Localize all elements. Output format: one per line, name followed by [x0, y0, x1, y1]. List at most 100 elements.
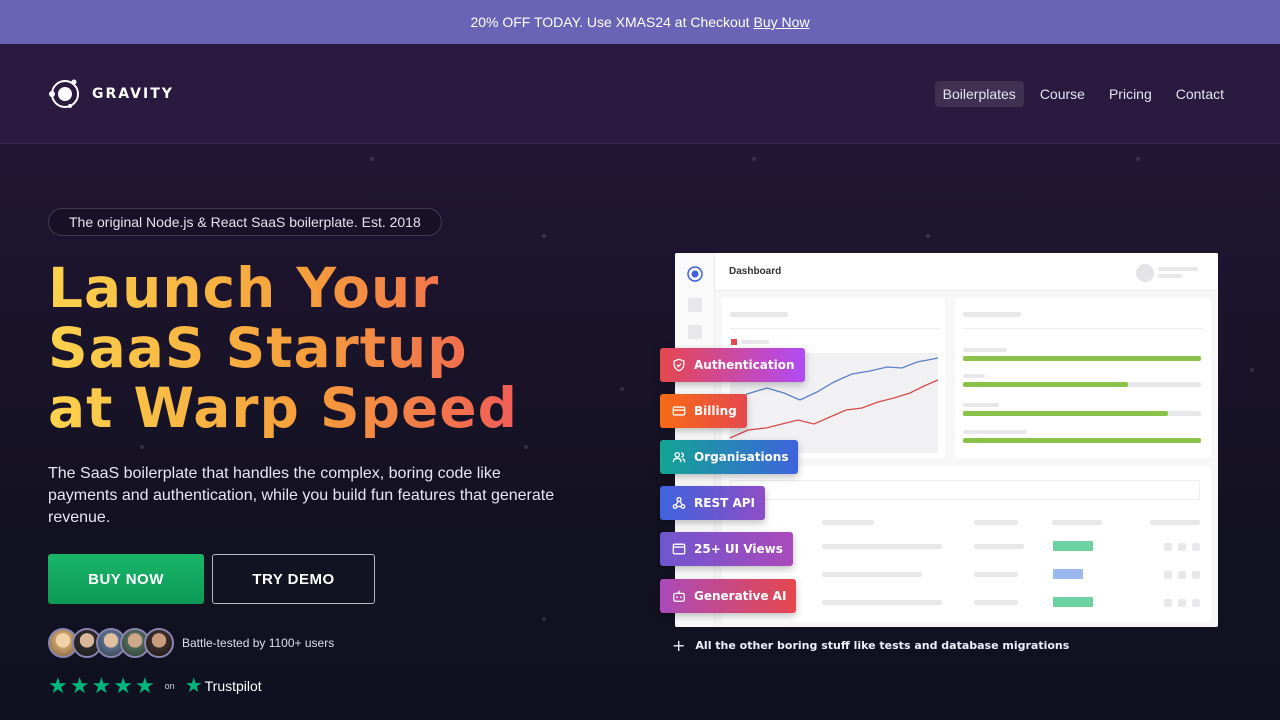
hero-headline: Launch Your SaaS Startup at Warp Speed [48, 258, 568, 438]
headline-line-3: at Warp Speed [48, 378, 568, 438]
trustpilot-name: Trustpilot [204, 678, 262, 694]
credit-card-icon [672, 406, 686, 416]
table-cell-placeholder [974, 600, 1018, 605]
star-icon: ★ [113, 673, 133, 698]
row-action-placeholder [1164, 571, 1172, 579]
status-badge [1053, 597, 1093, 607]
nav-contact[interactable]: Contact [1168, 81, 1232, 107]
hero-badge: The original Node.js & React SaaS boiler… [48, 208, 442, 236]
nav-boilerplates[interactable]: Boilerplates [934, 80, 1024, 107]
shield-icon [673, 358, 685, 372]
brand-name: GRAVITY [92, 85, 174, 102]
users-count-text: Battle-tested by 1100+ users [182, 636, 335, 650]
feature-label: Authentication [694, 358, 795, 372]
table-cell-placeholder [974, 544, 1024, 549]
plus-icon: + [672, 636, 686, 655]
nav-course[interactable]: Course [1032, 81, 1093, 107]
nav-links: Boilerplates Course Pricing Contact [934, 80, 1232, 107]
header-nav: GRAVITY Boilerplates Course Pricing Cont… [0, 44, 1280, 144]
table-header-placeholder [1052, 520, 1102, 525]
nav-pricing[interactable]: Pricing [1101, 81, 1160, 107]
feature-rest-api[interactable]: REST API [660, 486, 765, 520]
avatar [144, 628, 174, 658]
row-action-placeholder [1192, 599, 1200, 607]
status-badge [1053, 569, 1083, 579]
chart-series-red [729, 379, 939, 439]
sidebar-icon-placeholder [688, 325, 702, 339]
trustpilot-rating[interactable]: ★ ★ ★ ★ ★ on ★ Trustpilot [48, 673, 262, 698]
background-dot [370, 157, 374, 161]
star-icon: ★ [134, 673, 155, 698]
row-action-placeholder [1164, 543, 1172, 551]
divider [963, 328, 1203, 329]
background-dot [620, 387, 624, 391]
progress-fill [963, 411, 1168, 416]
row-action-placeholder [1192, 571, 1200, 579]
background-dot [1250, 368, 1254, 372]
text-placeholder [963, 430, 1027, 434]
star-icon: ★ [91, 673, 112, 698]
feature-authentication[interactable]: Authentication [660, 348, 805, 382]
trustpilot-logo: ★ Trustpilot [185, 675, 262, 697]
row-action-placeholder [1178, 599, 1186, 607]
feature-billing[interactable]: Billing [660, 394, 747, 428]
row-action-placeholder [1192, 543, 1200, 551]
dashboard-title: Dashboard [729, 266, 782, 277]
dashboard-topbar: Dashboard [715, 253, 1218, 291]
user-avatars: Battle-tested by 1100+ users [48, 628, 334, 658]
promo-text: 20% OFF TODAY. Use XMAS24 at Checkout [470, 14, 750, 30]
sidebar-icon-placeholder [688, 298, 702, 312]
users-icon [672, 451, 686, 463]
browser-icon [672, 543, 686, 555]
text-placeholder [963, 374, 985, 378]
other-features-label: All the other boring stuff like tests an… [695, 639, 1070, 652]
feature-label: Organisations [694, 450, 789, 464]
headline-line-2: SaaS Startup [48, 318, 568, 378]
text-placeholder [963, 403, 999, 407]
webhook-icon [672, 496, 686, 509]
gravity-logo-icon [49, 79, 79, 108]
dashboard-avatar [1136, 264, 1154, 282]
background-dot [140, 445, 144, 449]
promo-banner: 20% OFF TODAY. Use XMAS24 at Checkout Bu… [0, 0, 1280, 44]
trustpilot-star-icon: ★ [184, 675, 203, 697]
feature-generative-ai[interactable]: Generative AI [660, 579, 797, 613]
text-placeholder [1158, 274, 1182, 278]
background-dot [542, 617, 546, 621]
row-action-placeholder [1178, 543, 1186, 551]
text-placeholder [1158, 267, 1198, 271]
progress-fill [963, 382, 1128, 387]
background-dot [524, 445, 528, 449]
table-cell-placeholder [822, 572, 922, 577]
brand-logo[interactable]: GRAVITY [48, 76, 174, 112]
table-header-placeholder [822, 520, 874, 525]
rating-on-text: on [164, 681, 175, 691]
row-action-placeholder [1164, 599, 1172, 607]
background-dot [926, 234, 930, 238]
table-header-placeholder [1150, 520, 1200, 525]
table-cell-placeholder [974, 572, 1018, 577]
feature-label: Generative AI [694, 589, 787, 603]
feature-label: REST API [694, 496, 755, 510]
feature-ui-views[interactable]: 25+ UI Views [660, 532, 793, 566]
try-demo-button[interactable]: TRY DEMO [212, 554, 375, 604]
dashboard-logo-icon [687, 266, 703, 282]
status-badge [1053, 541, 1093, 551]
star-icon: ★ [69, 673, 90, 698]
table-cell-placeholder [822, 544, 942, 549]
star-icon: ★ [48, 673, 68, 698]
headline-line-1: Launch Your [48, 258, 568, 318]
text-placeholder [963, 348, 1007, 352]
feature-label: Billing [694, 404, 737, 418]
buy-now-button[interactable]: BUY NOW [48, 554, 204, 604]
background-dot [1136, 157, 1140, 161]
table-header-placeholder [974, 520, 1018, 525]
bot-icon [673, 590, 685, 602]
progress-card [955, 298, 1211, 458]
feature-organisations[interactable]: Organisations [660, 440, 799, 474]
table-cell-placeholder [822, 600, 942, 605]
promo-buy-now-link[interactable]: Buy Now [754, 14, 810, 30]
hero-subtitle: The SaaS boilerplate that handles the co… [48, 465, 555, 526]
progress-fill [963, 438, 1201, 443]
feature-label: 25+ UI Views [694, 542, 783, 556]
